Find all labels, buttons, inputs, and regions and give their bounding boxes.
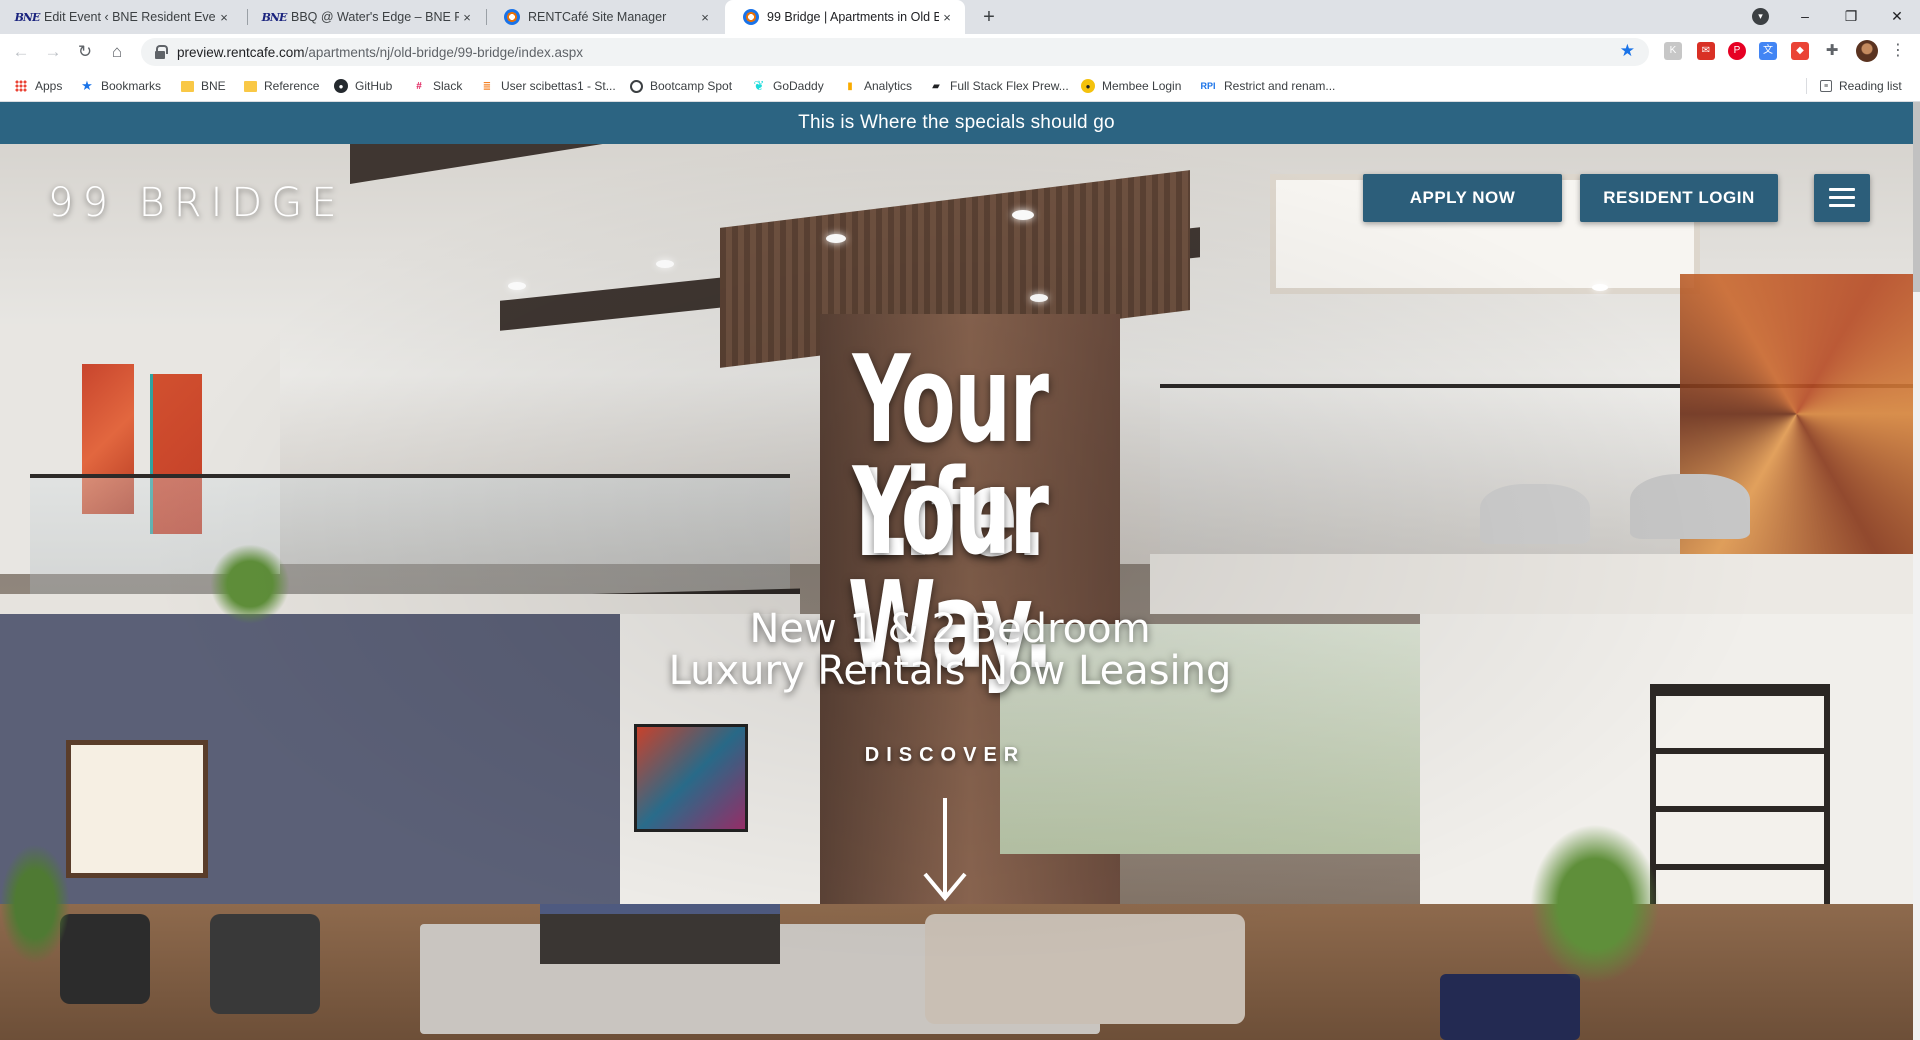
tab-rentcafe-site-manager[interactable]: RENTCafé Site Manager × (486, 0, 723, 34)
tab-edit-event[interactable]: BNE Edit Event ‹ BNE Resident Events × (0, 0, 242, 34)
specials-banner: This is Where the specials should go (0, 102, 1913, 144)
close-window-icon[interactable]: ✕ (1874, 0, 1920, 34)
book-icon: ▰ (932, 80, 940, 92)
rentcafe-favicon-icon (504, 9, 520, 25)
apps-grid-icon (15, 80, 27, 92)
tab-close-icon[interactable]: × (939, 10, 955, 25)
discover-link[interactable]: DISCOVER (845, 744, 1045, 767)
bookmark-apps[interactable]: Apps (14, 76, 62, 96)
site-logo[interactable]: 99 BRIDGE (48, 180, 345, 226)
tab-title: RENTCafé Site Manager (528, 10, 667, 24)
pinterest-icon[interactable]: P (1728, 42, 1746, 60)
tab-close-icon[interactable]: × (697, 10, 713, 25)
reload-icon[interactable]: ↻ (72, 39, 98, 65)
extension-badge-icon[interactable]: ◆ (1791, 42, 1809, 60)
restore-icon[interactable]: ❐ (1828, 0, 1874, 34)
lock-icon (153, 45, 168, 59)
forward-icon[interactable]: → (40, 39, 66, 65)
back-icon[interactable]: ← (8, 39, 34, 65)
tab-bbq-event[interactable]: BNE BBQ @ Water's Edge – BNE Resid × (247, 0, 485, 34)
bookmark-membee-login[interactable]: ● Membee Login (1081, 76, 1181, 96)
translate-icon[interactable]: 文 (1759, 42, 1777, 60)
tab-title: 99 Bridge | Apartments in Old Br (767, 10, 939, 24)
bootcamp-icon (630, 79, 643, 93)
star-icon: ★ (81, 78, 93, 93)
rentcafe-favicon-icon (743, 9, 759, 25)
tab-search-icon[interactable]: ▾ (1752, 8, 1769, 25)
browser-toolbar: ← → ↻ ⌂ preview.rentcafe.com/apartments/… (0, 34, 1920, 70)
bookmark-folder-bne[interactable]: BNE (180, 76, 226, 96)
hamburger-menu-button[interactable] (1814, 174, 1870, 222)
browser-tabstrip: BNE Edit Event ‹ BNE Resident Events × B… (0, 0, 1920, 34)
url-text: preview.rentcafe.com/apartments/nj/old-b… (177, 45, 583, 60)
bookmark-bookmarks[interactable]: ★ Bookmarks (80, 76, 161, 96)
reading-list-icon: ≡ (1820, 80, 1832, 92)
rpi-icon: RPI (1200, 81, 1216, 91)
tab-close-icon[interactable]: × (216, 10, 232, 25)
bookmark-github[interactable]: ● GitHub (334, 76, 392, 96)
bookmarks-bar: Apps ★ Bookmarks BNE Reference ● GitHub # S… (0, 70, 1920, 102)
new-tab-button[interactable]: + (976, 4, 1002, 30)
godaddy-icon: ❦ (753, 78, 765, 93)
hero-section: 99 BRIDGE APPLY NOW RESIDENT LOGIN Your … (0, 144, 1913, 1040)
bookmark-restrict-rename[interactable]: RPI Restrict and renam... (1199, 76, 1335, 96)
tab-close-icon[interactable]: × (459, 10, 475, 25)
extension-mail-icon[interactable]: ✉ (1697, 42, 1715, 60)
browser-menu-icon[interactable]: ⋮ (1890, 40, 1906, 60)
tab-99-bridge[interactable]: 99 Bridge | Apartments in Old Br × (725, 0, 965, 34)
hamburger-bar (1829, 188, 1855, 191)
subheadline-line-2: Luxury Rentals Now Leasing (668, 648, 1232, 694)
subheadline-line-1: New 1 & 2 Bedroom (749, 606, 1151, 652)
slack-icon: # (416, 80, 422, 92)
down-arrow-icon[interactable] (922, 798, 968, 902)
apply-now-button[interactable]: APPLY NOW (1363, 174, 1562, 222)
home-icon[interactable]: ⌂ (104, 39, 130, 65)
bookmark-full-stack-flex[interactable]: ▰ Full Stack Flex Prew... (929, 76, 1069, 96)
reading-list-button[interactable]: ≡ Reading list (1820, 76, 1902, 96)
page-scrollbar[interactable] (1913, 102, 1920, 1040)
resident-login-button[interactable]: RESIDENT LOGIN (1580, 174, 1778, 222)
tab-title: Edit Event ‹ BNE Resident Events (44, 10, 216, 24)
analytics-icon: ▮ (847, 80, 853, 92)
stackoverflow-icon: ≣ (482, 80, 492, 92)
bookmark-slack[interactable]: # Slack (412, 76, 462, 96)
bookmark-star-icon[interactable]: ★ (1620, 41, 1635, 61)
minimize-icon[interactable]: – (1782, 0, 1828, 34)
bookmark-folder-reference[interactable]: Reference (243, 76, 319, 96)
address-bar[interactable]: preview.rentcafe.com/apartments/nj/old-b… (141, 38, 1649, 66)
extension-icon[interactable]: K (1664, 42, 1682, 60)
profile-avatar[interactable] (1856, 40, 1878, 62)
web-page: This is Where the specials should go 99 … (0, 102, 1920, 1040)
tab-title: BBQ @ Water's Edge – BNE Resid (291, 10, 459, 24)
membee-icon: ● (1081, 79, 1095, 93)
bookmark-stackoverflow[interactable]: ≣ User scibettas1 - St... (480, 76, 616, 96)
bookmark-bootcamp-spot[interactable]: Bootcamp Spot (630, 76, 732, 96)
url-path: /apartments/nj/old-bridge/99-bridge/inde… (304, 44, 583, 60)
bne-favicon-icon: BNE (261, 10, 288, 24)
hamburger-bar (1829, 204, 1855, 207)
extensions-puzzle-icon[interactable]: ✚ (1823, 42, 1841, 60)
bne-favicon-icon: BNE (14, 10, 41, 24)
bookmarks-divider (1806, 78, 1807, 94)
bookmark-godaddy[interactable]: ❦ GoDaddy (752, 76, 824, 96)
folder-icon (180, 80, 194, 92)
scrollbar-thumb[interactable] (1913, 102, 1920, 292)
folder-icon (243, 80, 257, 92)
bookmark-analytics[interactable]: ▮ Analytics (843, 76, 912, 96)
hamburger-bar (1829, 196, 1855, 199)
url-host: preview.rentcafe.com (177, 44, 305, 60)
github-icon: ● (334, 79, 348, 93)
